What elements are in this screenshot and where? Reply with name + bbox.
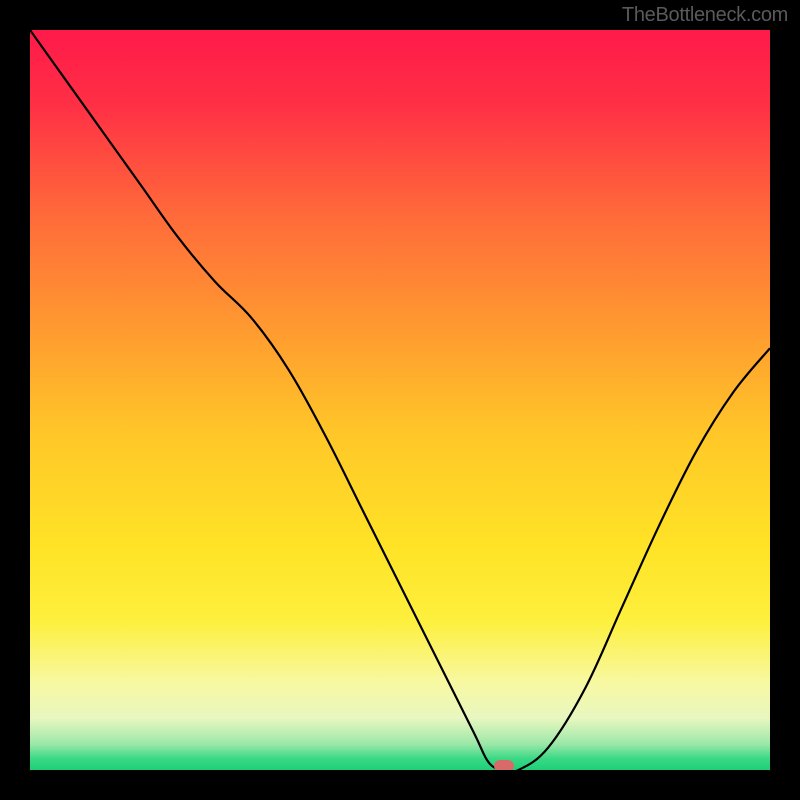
watermark-text: TheBottleneck.com xyxy=(622,4,788,27)
optimum-marker xyxy=(494,760,514,770)
chart-plot-area xyxy=(30,30,770,770)
chart-background xyxy=(30,30,770,770)
chart-svg xyxy=(30,30,770,770)
